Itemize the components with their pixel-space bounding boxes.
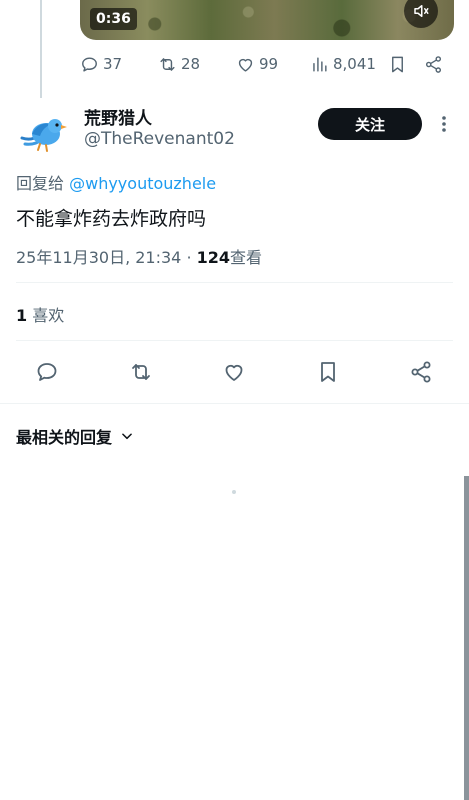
prev-bookmark-button[interactable] [388,55,407,74]
reply-mention-link[interactable]: @whyyoutouzhele [69,174,216,193]
section-divider [0,403,469,404]
divider [16,340,453,341]
loading-indicator [232,490,236,494]
prev-reply-button[interactable]: 37 [80,55,122,74]
views-chart-icon [313,56,327,72]
prev-views-button[interactable]: 8,041 [310,55,376,74]
share-button[interactable] [408,359,434,385]
prev-like-button[interactable]: 99 [236,55,278,74]
prev-reply-count: 37 [103,55,123,73]
prev-like-count: 99 [259,55,279,73]
replies-sort-label: 最相关的回复 [16,428,113,447]
reply-prefix: 回复给 [16,174,65,193]
heart-icon [238,58,253,72]
follow-button[interactable]: 关注 [318,108,422,140]
reply-button[interactable] [34,359,60,385]
replies-sort-selector[interactable]: 最相关的回复 [16,424,134,448]
retweet-button[interactable] [128,359,154,385]
retweet-icon [160,57,175,71]
thread-connector-line [40,0,42,98]
author-display-name[interactable]: 荒野猎人 [84,104,152,129]
prev-retweet-count: 28 [181,55,201,73]
likes-label: 喜欢 [32,306,65,325]
author-handle[interactable]: @TheRevenant02 [84,129,235,149]
heart-icon [225,364,243,381]
chevron-down-icon [122,433,132,440]
more-vertical-icon [442,116,446,132]
previous-tweet-action-bar: 37 28 99 8,041 [80,52,454,76]
previous-tweet-video[interactable]: 0:36 [80,0,454,40]
tweet-text: 不能拿炸药去炸政府吗 [16,208,207,230]
scrollbar[interactable] [464,476,469,800]
likes-count: 1 [16,306,28,325]
tweet-meta: 25年11月30日, 21:34 · 124查看 [16,244,262,268]
bookmark-icon [392,56,403,72]
likes-summary[interactable]: 1 喜欢 [16,302,64,326]
reply-context: 回复给 @whyyoutouzhele [16,170,216,194]
prev-retweet-button[interactable]: 28 [158,55,200,74]
share-icon [411,361,431,383]
retweet-icon [132,364,150,380]
tweet-action-bar [0,356,469,388]
like-button[interactable] [221,359,247,385]
blue-bird-icon [20,119,67,152]
more-options-button[interactable] [434,112,454,136]
video-duration: 0:36 [90,8,137,30]
prev-views-count: 8,041 [333,55,376,73]
reply-icon [37,363,57,381]
bookmark-icon [321,362,335,382]
share-icon [425,55,442,73]
tweet-views-count: 124 [196,248,231,267]
avatar[interactable] [16,108,68,160]
tweet-views-label: 查看 [230,248,263,267]
divider [16,282,453,283]
tweet-timestamp[interactable]: 25年11月30日, 21:34 · [16,248,197,267]
bookmark-button[interactable] [315,359,341,385]
prev-share-button[interactable] [424,55,443,74]
reply-icon [82,56,97,72]
